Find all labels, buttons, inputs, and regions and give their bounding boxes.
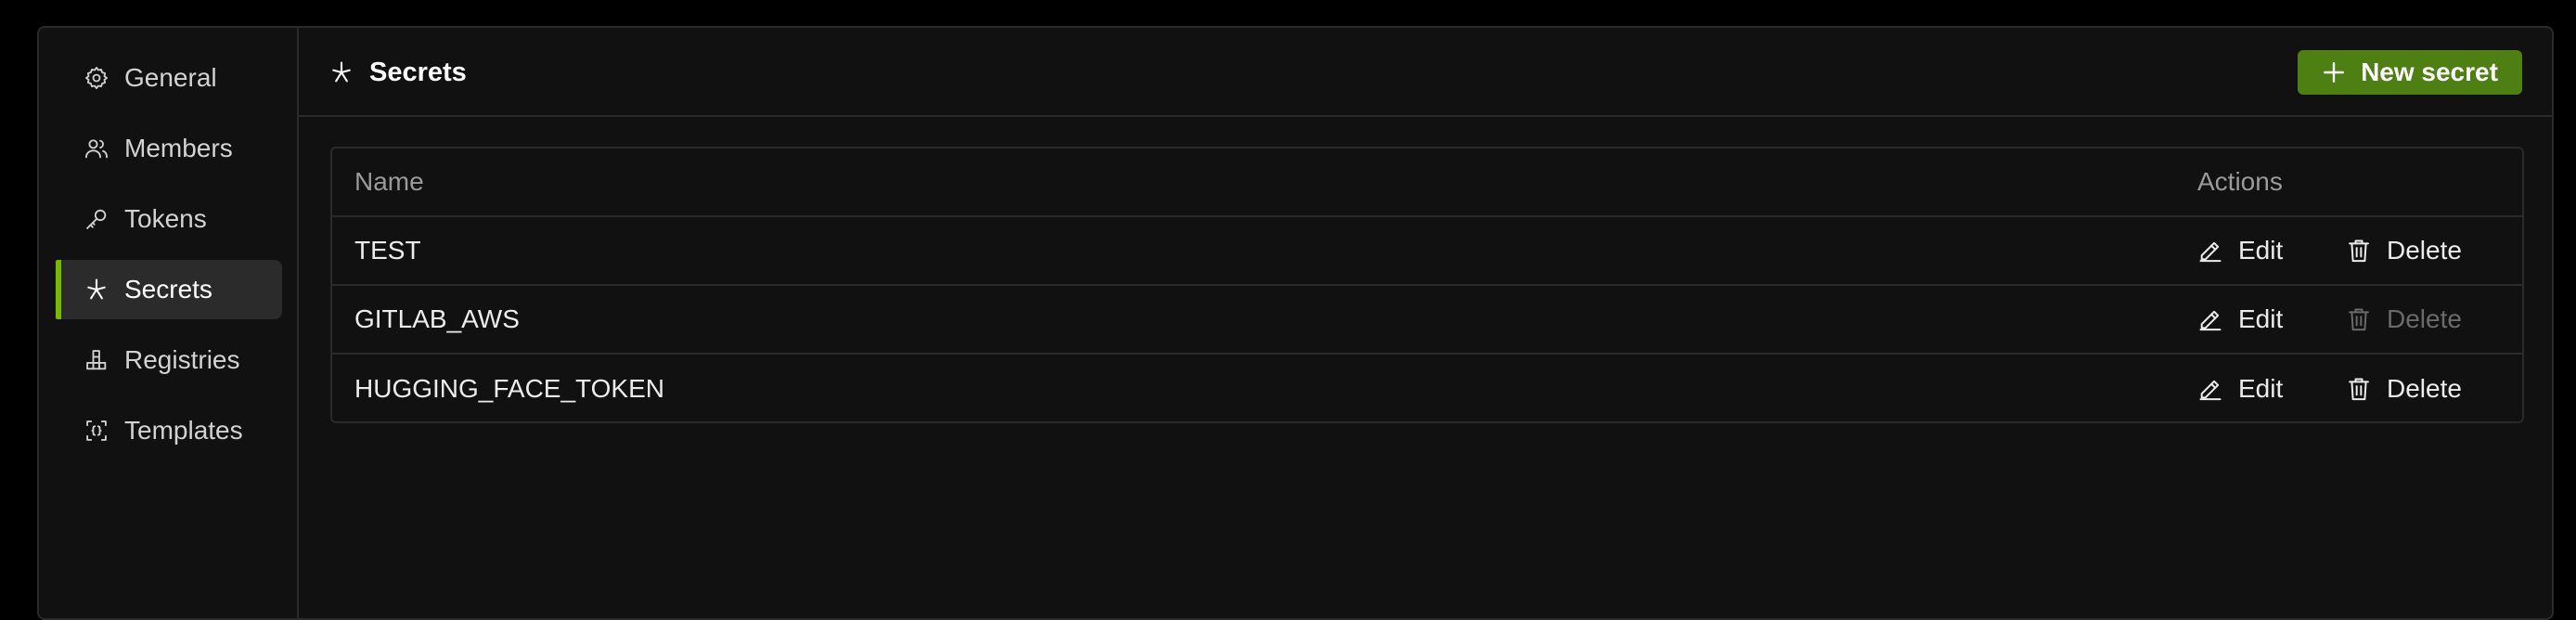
edit-button[interactable]: Edit (2197, 304, 2283, 334)
sidebar-item-secrets[interactable]: Secrets (56, 260, 282, 319)
settings-window: General Members Tokens Secrets Registrie… (37, 26, 2554, 620)
sidebar: General Members Tokens Secrets Registrie… (39, 28, 299, 618)
edit-label: Edit (2238, 374, 2284, 403)
secret-name: GITLAB_AWS (354, 304, 520, 333)
sidebar-item-label: Tokens (124, 204, 207, 233)
delete-button-disabled: Delete (2346, 304, 2462, 334)
delete-button[interactable]: Delete (2346, 374, 2462, 404)
edit-button[interactable]: Edit (2197, 236, 2283, 265)
asterisk-icon (328, 59, 354, 85)
sidebar-item-general[interactable]: General (56, 48, 282, 108)
sidebar-item-label: Templates (124, 416, 243, 445)
pencil-icon (2197, 306, 2223, 332)
sidebar-item-label: Secrets (124, 275, 213, 304)
edit-label: Edit (2238, 236, 2284, 265)
secrets-table: Name Actions TEST Edit Delete GITLAB_AWS… (330, 147, 2524, 423)
edit-label: Edit (2238, 304, 2284, 333)
sidebar-item-label: Members (124, 134, 233, 162)
users-icon (84, 136, 109, 161)
table-row: GITLAB_AWS Edit Delete (332, 286, 2522, 355)
table-row: HUGGING_FACE_TOKEN Edit Delete (332, 355, 2522, 423)
trash-icon (2346, 376, 2372, 402)
sidebar-item-label: Registries (124, 345, 240, 374)
trash-icon (2346, 306, 2372, 332)
template-icon (84, 418, 109, 444)
sidebar-item-members[interactable]: Members (56, 119, 282, 178)
delete-label: Delete (2387, 236, 2462, 265)
registry-icon (84, 347, 109, 373)
pencil-icon (2197, 376, 2223, 402)
page-title: Secrets (328, 28, 467, 117)
trash-icon (2346, 238, 2372, 264)
table-header-row: Name Actions (332, 149, 2522, 217)
delete-button[interactable]: Delete (2346, 236, 2462, 265)
secret-name: HUGGING_FACE_TOKEN (354, 374, 665, 403)
column-header-name: Name (354, 167, 424, 196)
plus-icon (2322, 60, 2346, 84)
page-title-text: Secrets (369, 57, 467, 87)
new-secret-button[interactable]: New secret (2298, 50, 2522, 95)
sidebar-item-label: General (124, 63, 217, 92)
edit-button[interactable]: Edit (2197, 374, 2283, 404)
gear-icon (84, 65, 109, 91)
column-header-actions: Actions (2197, 167, 2283, 196)
sidebar-item-tokens[interactable]: Tokens (56, 189, 282, 249)
table-row: TEST Edit Delete (332, 217, 2522, 286)
asterisk-icon (84, 277, 109, 303)
sidebar-item-registries[interactable]: Registries (56, 330, 282, 390)
secret-name: TEST (354, 236, 421, 265)
sidebar-item-templates[interactable]: Templates (56, 401, 282, 460)
delete-label: Delete (2387, 304, 2462, 333)
page-header: Secrets New secret (299, 28, 2552, 117)
delete-label: Delete (2387, 374, 2462, 403)
key-icon (84, 206, 109, 232)
pencil-icon (2197, 238, 2223, 264)
new-secret-label: New secret (2361, 58, 2498, 86)
